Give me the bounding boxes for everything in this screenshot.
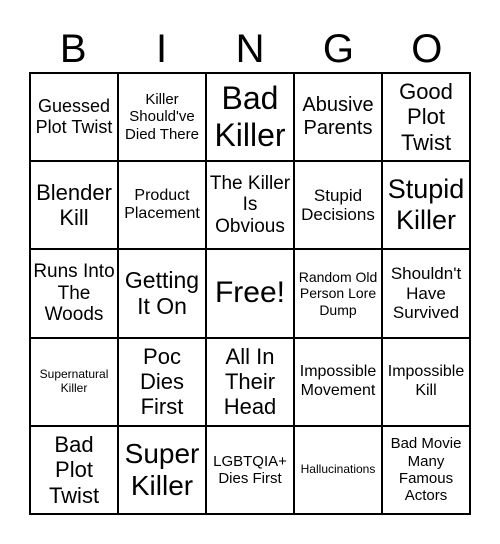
cell-label: LGBTQIA+ Dies First	[213, 452, 287, 487]
cell-label: Super Killer	[124, 437, 200, 501]
cell-label: Bad Killer	[214, 80, 286, 154]
bingo-cell[interactable]: Hallucinations	[294, 425, 382, 514]
cell-label: Bad Movie Many Famous Actors	[390, 435, 462, 505]
header-letter-n: N	[235, 27, 265, 71]
cell-label: All In Their Head	[223, 343, 277, 420]
cell-label: Stupid Killer	[387, 174, 465, 236]
cell-label: Bad Plot Twist	[48, 431, 100, 508]
cell-label: Product Placement	[124, 186, 200, 223]
header-letter-g: G	[322, 27, 354, 71]
bingo-cell[interactable]: Bad Movie Many Famous Actors	[382, 425, 470, 514]
bingo-cell[interactable]: Blender Kill	[30, 161, 118, 250]
bingo-cell[interactable]: Bad Plot Twist	[30, 425, 118, 514]
cell-label: Guessed Plot Twist	[35, 96, 113, 138]
bingo-cell[interactable]: Runs Into The Woods	[30, 249, 118, 338]
bingo-cell[interactable]: Bad Killer	[206, 73, 294, 162]
cell-label: Getting It On	[124, 267, 200, 320]
header-letter-i: I	[156, 27, 168, 71]
bingo-cell[interactable]: All In Their Head	[206, 337, 294, 426]
bingo-cell[interactable]: Super Killer	[118, 425, 206, 514]
cell-label: Blender Kill	[36, 179, 112, 231]
cell-label: Stupid Decisions	[301, 185, 375, 225]
bingo-cell[interactable]: Stupid Killer	[382, 161, 470, 250]
bingo-cell[interactable]: Shouldn't Have Survived	[382, 249, 470, 338]
header-letter-b: B	[59, 27, 87, 71]
cell-label: Abusive Parents	[302, 94, 374, 140]
bingo-grid: Guessed Plot Twist Killer Should've Died …	[29, 72, 471, 515]
bingo-cell[interactable]: The Killer Is Obvious	[206, 161, 294, 250]
bingo-header: B I N G O	[29, 26, 471, 72]
bingo-cell[interactable]: Impossible Kill	[382, 337, 470, 426]
cell-label: Impossible Kill	[387, 363, 465, 399]
header-letter-o: O	[411, 27, 443, 71]
bingo-cell[interactable]: Product Placement	[118, 161, 206, 250]
cell-label: Impossible Movement	[299, 363, 377, 399]
bingo-cell[interactable]: Getting It On	[118, 249, 206, 338]
cell-label: Poc Dies First	[139, 343, 184, 420]
bingo-cell[interactable]: Killer Should've Died There	[118, 73, 206, 162]
bingo-cell[interactable]: Stupid Decisions	[294, 161, 382, 250]
cell-label: Supernatural Killer	[39, 366, 109, 395]
bingo-cell[interactable]: Supernatural Killer	[30, 337, 118, 426]
cell-label: Runs Into The Woods	[33, 260, 115, 326]
bingo-cell[interactable]: Impossible Movement	[294, 337, 382, 426]
cell-label: Killer Should've Died There	[125, 91, 199, 143]
cell-label: Random Old Person Lore Dump	[298, 269, 378, 318]
bingo-cell[interactable]: Abusive Parents	[294, 73, 382, 162]
bingo-cell[interactable]: Guessed Plot Twist	[30, 73, 118, 162]
cell-label: The Killer Is Obvious	[209, 172, 291, 238]
bingo-cell[interactable]: Random Old Person Lore Dump	[294, 249, 382, 338]
cell-label: Shouldn't Have Survived	[390, 264, 462, 323]
cell-label: Good Plot Twist	[399, 79, 453, 155]
cell-label: Hallucinations	[300, 461, 376, 476]
bingo-cell[interactable]: LGBTQIA+ Dies First	[206, 425, 294, 514]
bingo-cell[interactable]: Good Plot Twist	[382, 73, 470, 162]
cell-label: Free!	[214, 276, 286, 310]
free-space-cell[interactable]: Free!	[206, 249, 294, 338]
bingo-cell[interactable]: Poc Dies First	[118, 337, 206, 426]
